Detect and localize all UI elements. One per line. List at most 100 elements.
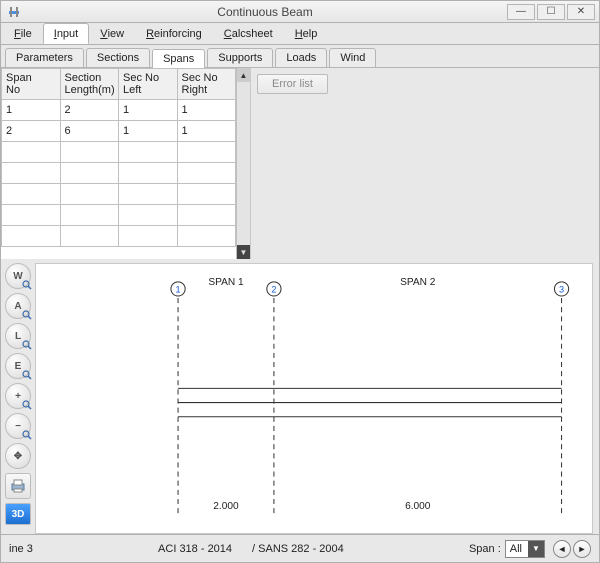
grid-header: SectionLength(m) bbox=[60, 69, 119, 100]
tool-l-button[interactable]: L bbox=[5, 323, 31, 349]
magnifier-icon bbox=[22, 370, 32, 380]
table-row[interactable] bbox=[2, 184, 236, 205]
grid-cell[interactable] bbox=[119, 184, 178, 205]
prev-span-button[interactable]: ◄ bbox=[553, 540, 571, 558]
grid-cell[interactable] bbox=[177, 205, 236, 226]
grid-cell[interactable] bbox=[177, 142, 236, 163]
grid-cell[interactable] bbox=[60, 163, 119, 184]
error-list-label: Error list bbox=[272, 78, 313, 90]
tab-loads[interactable]: Loads bbox=[275, 48, 327, 67]
magnifier-icon bbox=[22, 400, 32, 410]
menu-file[interactable]: File bbox=[3, 23, 43, 44]
grid-cell[interactable]: 1 bbox=[119, 121, 178, 142]
tool-print-button[interactable] bbox=[5, 473, 31, 499]
magnifier-icon bbox=[22, 340, 32, 350]
grid-cell[interactable] bbox=[119, 205, 178, 226]
menu-reinforcing[interactable]: Reinforcing bbox=[135, 23, 213, 44]
span-selector: Span : All ▼ bbox=[469, 540, 545, 558]
right-panel: Error list bbox=[251, 68, 599, 259]
tool-minus-button[interactable]: − bbox=[5, 413, 31, 439]
span-combo[interactable]: All ▼ bbox=[505, 540, 545, 558]
grid-cell[interactable] bbox=[60, 142, 119, 163]
grid-header: SpanNo bbox=[2, 69, 61, 100]
span-selector-label: Span : bbox=[469, 543, 501, 555]
app-window: Continuous Beam — ☐ ✕ FileInputViewReinf… bbox=[0, 0, 600, 563]
tool-w-button[interactable]: W bbox=[5, 263, 31, 289]
subtab-bar: ParametersSectionsSpansSupportsLoadsWind bbox=[1, 45, 599, 67]
span-combo-value: All bbox=[506, 543, 528, 555]
maximize-button[interactable]: ☐ bbox=[537, 4, 565, 20]
grid-cell[interactable] bbox=[60, 205, 119, 226]
svg-text:2: 2 bbox=[271, 284, 276, 294]
error-list-button[interactable]: Error list bbox=[257, 74, 328, 94]
svg-text:SPAN 1: SPAN 1 bbox=[208, 277, 244, 288]
statusbar: ine 3 ACI 318 - 2014 / SANS 282 - 2004 S… bbox=[1, 534, 599, 562]
table-row[interactable] bbox=[2, 142, 236, 163]
top-panel: SpanNoSectionLength(m)Sec NoLeftSec NoRi… bbox=[1, 67, 599, 259]
grid-cell[interactable] bbox=[119, 142, 178, 163]
close-button[interactable]: ✕ bbox=[567, 4, 595, 20]
menu-input[interactable]: Input bbox=[43, 23, 89, 44]
grid-scrollbar[interactable]: ▲ ▼ bbox=[236, 68, 250, 259]
table-row[interactable] bbox=[2, 226, 236, 247]
grid-cell[interactable]: 1 bbox=[177, 121, 236, 142]
tab-supports[interactable]: Supports bbox=[207, 48, 273, 67]
grid-cell[interactable]: 2 bbox=[2, 121, 61, 142]
grid-cell[interactable] bbox=[60, 226, 119, 247]
grid-cell[interactable] bbox=[177, 184, 236, 205]
beam-drawing: 123SPAN 12.000SPAN 26.000 bbox=[36, 264, 592, 533]
menubar: FileInputViewReinforcingCalcsheetHelp bbox=[1, 23, 599, 45]
tool-pan-button[interactable]: ✥ bbox=[5, 443, 31, 469]
grid-cell[interactable] bbox=[119, 226, 178, 247]
tool-e-button[interactable]: E bbox=[5, 353, 31, 379]
grid-cell[interactable]: 1 bbox=[177, 100, 236, 121]
status-code-2: / SANS 282 - 2004 bbox=[252, 543, 344, 555]
magnifier-icon bbox=[22, 280, 32, 290]
scroll-track[interactable] bbox=[237, 82, 250, 245]
svg-text:SPAN 2: SPAN 2 bbox=[400, 277, 436, 288]
span-nav: ◄ ► bbox=[551, 540, 591, 558]
tab-parameters[interactable]: Parameters bbox=[5, 48, 84, 67]
grid-cell[interactable] bbox=[2, 205, 61, 226]
grid-cell[interactable] bbox=[2, 142, 61, 163]
grid-cell[interactable]: 1 bbox=[119, 100, 178, 121]
svg-text:1: 1 bbox=[176, 284, 181, 294]
app-icon bbox=[5, 5, 23, 19]
svg-text:3: 3 bbox=[559, 284, 564, 294]
grid-header: Sec NoRight bbox=[177, 69, 236, 100]
grid-cell[interactable]: 1 bbox=[2, 100, 61, 121]
menu-view[interactable]: View bbox=[89, 23, 135, 44]
next-span-button[interactable]: ► bbox=[573, 540, 591, 558]
tool-plus-button[interactable]: + bbox=[5, 383, 31, 409]
tab-sections[interactable]: Sections bbox=[86, 48, 150, 67]
beam-canvas[interactable]: 123SPAN 12.000SPAN 26.000 bbox=[35, 263, 593, 534]
scroll-up-button[interactable]: ▲ bbox=[237, 68, 250, 82]
table-row[interactable]: 2611 bbox=[2, 121, 236, 142]
tab-wind[interactable]: Wind bbox=[329, 48, 376, 67]
table-row[interactable] bbox=[2, 205, 236, 226]
tool-3d-button[interactable]: 3D bbox=[5, 503, 31, 525]
table-row[interactable]: 1211 bbox=[2, 100, 236, 121]
menu-help[interactable]: Help bbox=[284, 23, 329, 44]
grid-cell[interactable]: 2 bbox=[60, 100, 119, 121]
magnifier-icon bbox=[22, 430, 32, 440]
titlebar: Continuous Beam — ☐ ✕ bbox=[1, 1, 599, 23]
grid-cell[interactable]: 6 bbox=[60, 121, 119, 142]
status-left-text: ine 3 bbox=[9, 543, 33, 555]
grid-header: Sec NoLeft bbox=[119, 69, 178, 100]
scroll-down-button[interactable]: ▼ bbox=[237, 245, 250, 259]
grid-cell[interactable] bbox=[177, 226, 236, 247]
menu-calcsheet[interactable]: Calcsheet bbox=[213, 23, 284, 44]
svg-text:6.000: 6.000 bbox=[405, 501, 431, 512]
grid-cell[interactable] bbox=[2, 163, 61, 184]
grid-cell[interactable] bbox=[60, 184, 119, 205]
grid-cell[interactable] bbox=[177, 163, 236, 184]
table-row[interactable] bbox=[2, 163, 236, 184]
span-grid[interactable]: SpanNoSectionLength(m)Sec NoLeftSec NoRi… bbox=[1, 68, 236, 259]
grid-cell[interactable] bbox=[119, 163, 178, 184]
minimize-button[interactable]: — bbox=[507, 4, 535, 20]
grid-cell[interactable] bbox=[2, 226, 61, 247]
tool-a-button[interactable]: A bbox=[5, 293, 31, 319]
tab-spans[interactable]: Spans bbox=[152, 49, 205, 68]
grid-cell[interactable] bbox=[2, 184, 61, 205]
